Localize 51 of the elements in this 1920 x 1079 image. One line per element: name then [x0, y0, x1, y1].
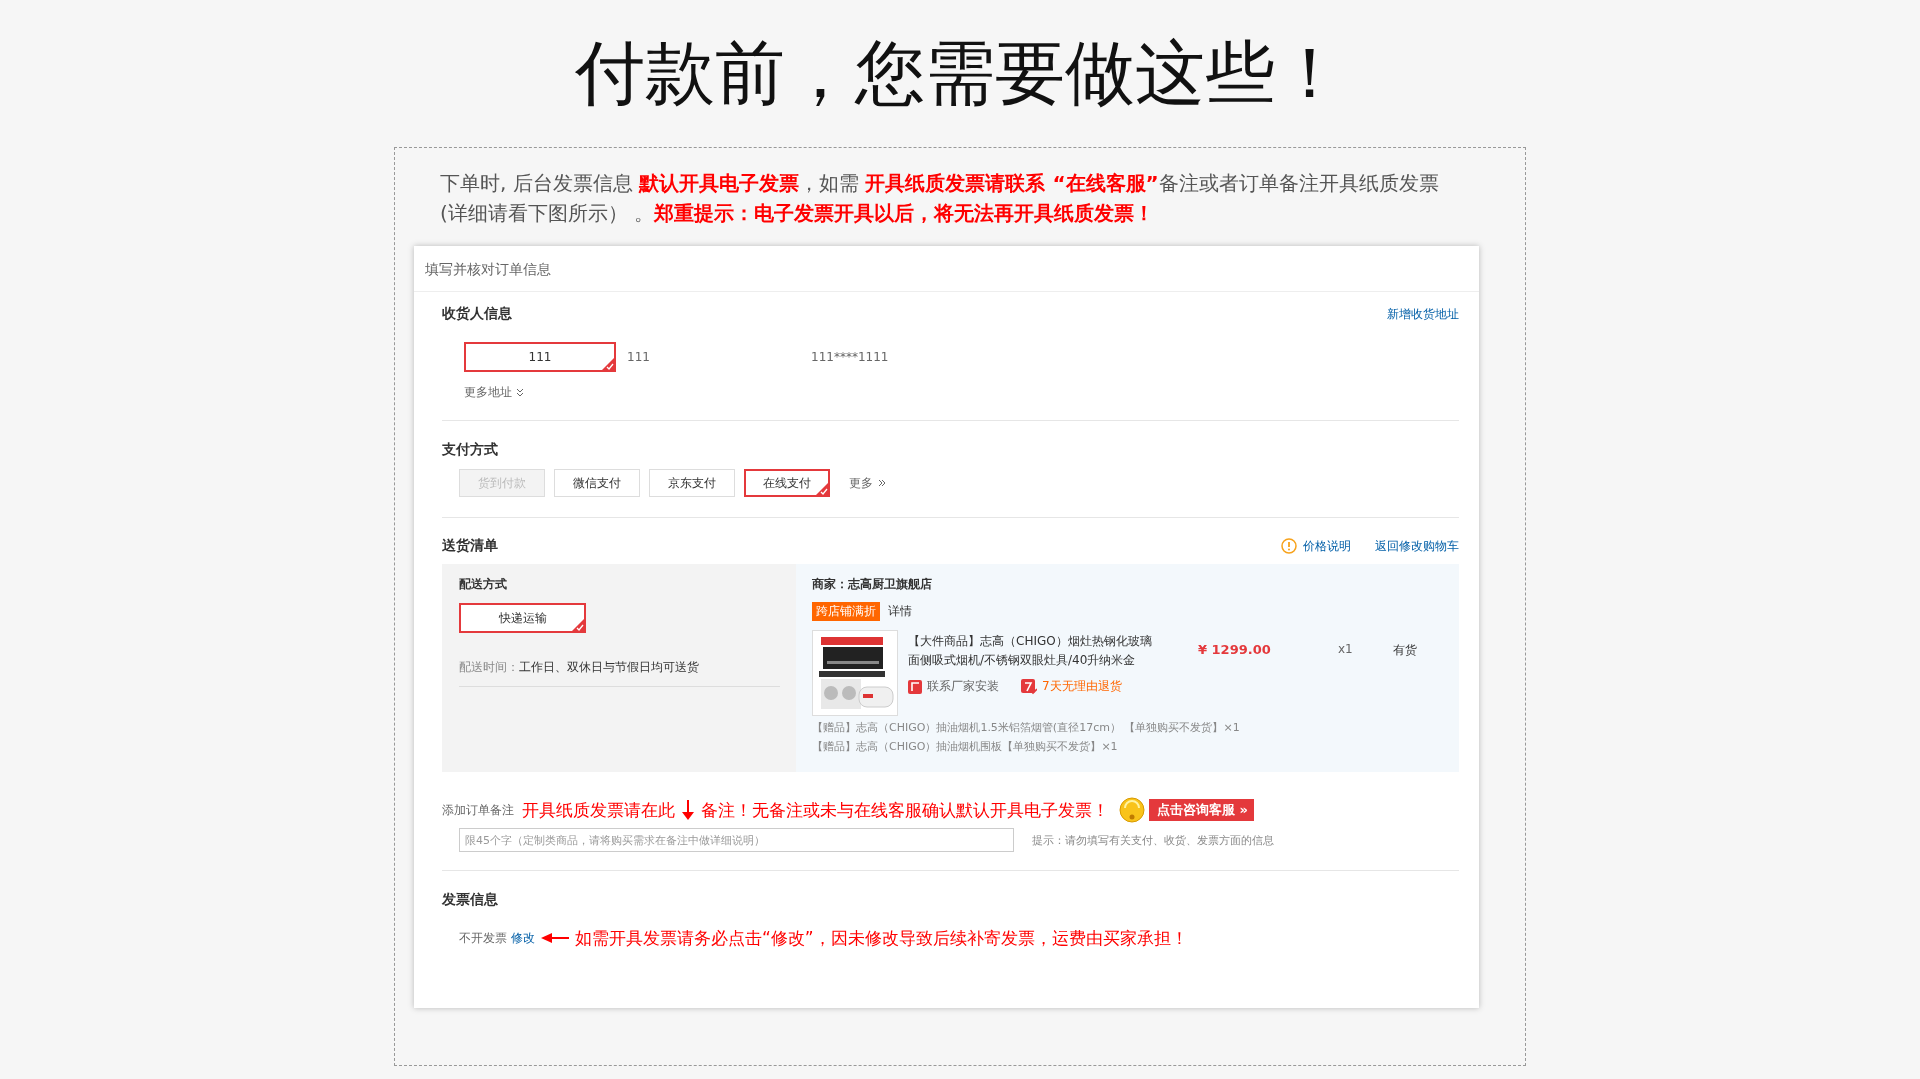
invoice-status: 不开发票 [459, 929, 507, 947]
more-addresses-link[interactable]: 更多地址 [464, 383, 512, 401]
install-icon [908, 679, 922, 694]
payment-option[interactable]: 在线支付 [744, 469, 830, 497]
product-price: ¥ 1299.00 [1198, 642, 1272, 659]
section-title: 支付方式 [442, 441, 499, 459]
shipping-title: 配送方式 [459, 576, 508, 593]
phone-number: 111****1111 [811, 350, 889, 364]
double-chevron-down-icon[interactable] [516, 387, 524, 397]
add-address-link[interactable]: 新增收货地址 [1387, 305, 1459, 323]
remark-label: 添加订单备注 [442, 801, 514, 819]
stock-status: 有货 [1392, 642, 1417, 659]
shipping-option[interactable]: 快递运输 [459, 603, 586, 633]
page-title: 付款前，您需要做这些！ [575, 31, 1345, 116]
section-title: 收货人信息 [442, 305, 512, 323]
check-corner-icon [572, 619, 584, 631]
gift-item: 【赠品】志高（CHIGO）抽油烟机1.5米铝箔烟管(直径17cm） 【单独购买不发货】×1 [812, 720, 1241, 736]
section-heading: 填写并核对订单信息 [425, 261, 551, 277]
payment-option[interactable]: 微信支付 [554, 469, 640, 497]
invoice-notice: 下单时, 后台发票信息 默认开具电子发票，如需 开具纸质发票请联系 “在线客服”备注或者订单备注开具纸质发票(详细请看下图所示） 。郑重提示：电子发票开具以后，将无法再开具纸质发票！ [440, 170, 1440, 227]
section-title: 发票信息 [442, 891, 499, 909]
details-link[interactable]: 详情 [888, 603, 912, 620]
double-chevron-right-icon[interactable] [878, 479, 886, 487]
gift-item: 【赠品】志高（CHIGO）抽油烟机围板【单独购买不发货】×1 [812, 739, 1119, 755]
shop-name: 商家：志高厨卫旗舰店 [812, 576, 933, 593]
service-label: 联系厂家安装 [927, 678, 999, 695]
section-title: 送货清单 [442, 537, 498, 555]
product-name[interactable]: 【大件商品】志高（CHIGO）烟灶热钢化玻璃面侧吸式烟机/不锈钢双眼灶具/40升纳米金 [908, 632, 1162, 670]
address-option[interactable]: 111 [464, 342, 616, 372]
consult-service-button[interactable]: 点击咨询客服 » [1149, 799, 1254, 821]
service-label: 7天无理由退货 [1042, 678, 1122, 695]
promo-tag: 跨店铺满折 [812, 602, 880, 621]
annotation-text: 开具纸质发票请在此 [522, 798, 675, 822]
check-corner-icon [816, 483, 828, 495]
info-icon [1281, 538, 1297, 554]
arrow-down-icon [681, 799, 695, 821]
annotation-text: 备注！无备注或未与在线客服确认默认开具电子发票！ [701, 798, 1109, 822]
recipient-name: 111 [627, 350, 651, 364]
remark-hint: 提示：请勿填写有关支付、收货、发票方面的信息 [1032, 832, 1274, 848]
remark-field[interactable]: 限45个字（定制类商品，请将购买需求在备注中做详细说明） [459, 828, 1014, 852]
annotation-text: 如需开具发票请务必点击“修改”，因未修改导致后续补寄发票，运费由买家承担！ [575, 926, 1188, 950]
check-corner-icon [602, 358, 614, 370]
return-icon [1021, 678, 1037, 695]
edit-invoice-link[interactable]: 修改 [511, 929, 535, 947]
back-to-cart-link[interactable]: 返回修改购物车 [1375, 537, 1459, 555]
price-note-link[interactable]: 价格说明 [1303, 537, 1351, 555]
arrow-left-icon [541, 932, 569, 944]
more-payment-link[interactable]: 更多 [849, 474, 873, 492]
payment-option[interactable]: 京东支付 [649, 469, 735, 497]
delivery-time: 配送时间：工作日、双休日与节假日均可送货 [459, 633, 780, 687]
quantity: x1 [1338, 642, 1353, 658]
